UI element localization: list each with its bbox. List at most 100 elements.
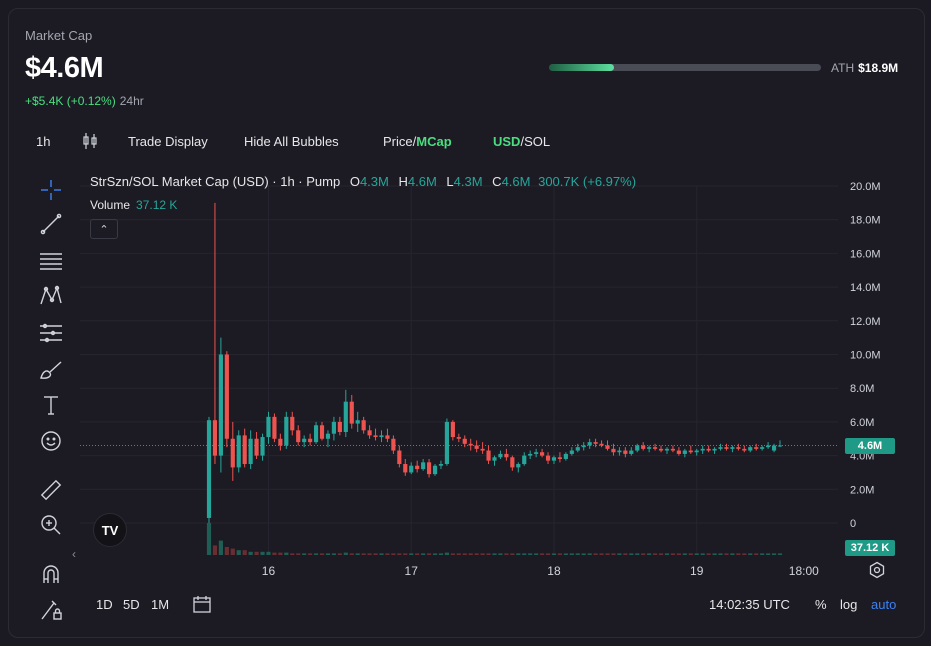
legend-collapse-button[interactable]: ⌃ xyxy=(90,219,118,239)
volume-bar xyxy=(528,553,533,555)
candle-body xyxy=(349,401,354,424)
volume-bar xyxy=(486,553,491,555)
candle-body xyxy=(456,437,461,439)
candle-body xyxy=(373,435,378,438)
candle-body xyxy=(623,450,628,454)
candle-body xyxy=(415,465,420,470)
volume-bar xyxy=(587,553,592,555)
volume-bar xyxy=(694,553,699,555)
candle-body xyxy=(409,465,414,473)
tradingview-logo[interactable]: TV xyxy=(93,513,127,547)
volume-bar xyxy=(218,540,223,555)
volume-bar xyxy=(331,553,336,555)
candle-body xyxy=(599,443,604,446)
volume-bar xyxy=(302,553,307,555)
candle-body xyxy=(397,450,402,465)
candle-body xyxy=(605,445,610,449)
candle-body xyxy=(421,462,426,470)
volume-bar xyxy=(700,553,705,555)
volume-bar xyxy=(569,553,574,555)
volume-bar xyxy=(498,553,503,555)
candle-body xyxy=(629,450,634,454)
volume-bar xyxy=(754,553,759,555)
candle-body xyxy=(492,457,497,461)
candle-body xyxy=(230,438,235,468)
log-toggle[interactable]: log xyxy=(840,597,857,612)
candle-body xyxy=(242,435,247,465)
price-tick: 14.0M xyxy=(850,282,881,294)
legend-open: 4.3M xyxy=(359,174,389,189)
legend-close: 4.6M xyxy=(501,174,531,189)
volume-bar xyxy=(777,553,783,555)
candle-body xyxy=(653,447,658,449)
candle-body xyxy=(438,464,444,466)
time-tick: 18 xyxy=(547,564,561,578)
candle-body xyxy=(647,447,652,449)
volume-bar xyxy=(278,552,283,555)
clock-utc[interactable]: 14:02:35 UTC xyxy=(709,597,790,612)
volume-bar xyxy=(361,553,366,555)
candle-body xyxy=(551,457,557,461)
candle-body xyxy=(777,445,783,447)
candle-body xyxy=(730,447,735,449)
price-tick: 18.0M xyxy=(850,215,881,227)
price-tick: 0 xyxy=(850,518,856,530)
candle-body xyxy=(468,443,473,446)
volume-value: 37.12 K xyxy=(136,198,178,212)
volume-bar xyxy=(664,553,670,555)
volume-bar xyxy=(272,552,277,555)
volume-tag: 37.12 K xyxy=(845,540,895,556)
candle-body xyxy=(569,450,574,454)
volume-bar xyxy=(629,553,634,555)
volume-bar xyxy=(319,553,325,555)
legend-l-label: L xyxy=(446,174,454,189)
volume-bar xyxy=(421,553,426,555)
volume-bar xyxy=(593,553,598,555)
candle-body xyxy=(278,438,283,446)
volume-bar xyxy=(688,553,693,555)
volume-bar xyxy=(290,553,295,555)
volume-bar xyxy=(647,553,652,555)
candle-body xyxy=(319,425,325,439)
volume-bar xyxy=(385,553,390,555)
candle-body xyxy=(581,445,586,448)
price-tick: 2.0M xyxy=(850,484,874,496)
candle-body xyxy=(587,442,592,446)
settings-gear-icon[interactable] xyxy=(868,561,886,584)
date-range-icon[interactable] xyxy=(192,594,212,619)
auto-toggle[interactable]: auto xyxy=(871,597,896,612)
percent-toggle[interactable]: % xyxy=(815,597,827,612)
candle-body xyxy=(224,354,229,439)
candle-body xyxy=(682,450,687,454)
volume-bar xyxy=(242,550,247,555)
volume-bar xyxy=(432,553,438,555)
legend-change: 300.7K (+6.97%) xyxy=(538,174,637,189)
candle-body xyxy=(771,445,777,451)
candle-body xyxy=(450,421,455,438)
volume-bar xyxy=(599,553,604,555)
volume-bar xyxy=(391,553,396,555)
range-1d-button[interactable]: 1D xyxy=(96,597,113,612)
candle-body xyxy=(391,438,396,451)
volume-bar xyxy=(438,553,444,555)
volume-bar xyxy=(736,553,741,555)
volume-bar xyxy=(492,553,497,555)
candle-body xyxy=(700,448,705,451)
candle-body xyxy=(516,464,521,468)
candle-body xyxy=(337,421,342,433)
candle-body xyxy=(218,354,223,456)
volume-bar xyxy=(551,553,557,555)
candle-body xyxy=(563,453,568,459)
volume-bar xyxy=(718,553,723,555)
range-1m-button[interactable]: 1M xyxy=(151,597,169,612)
time-tick: 16 xyxy=(262,564,276,578)
price-tick: 8.0M xyxy=(850,383,874,395)
volume-bar xyxy=(771,553,777,555)
candle-body xyxy=(403,464,408,473)
candlestick-chart[interactable]: 20.0M 18.0M 16.0M 14.0M 12.0M 10.0M 8.0M 6.0M 4.… xyxy=(0,0,931,646)
candle-body xyxy=(343,401,348,433)
candle-body xyxy=(557,457,563,459)
range-5d-button[interactable]: 5D xyxy=(123,597,140,612)
volume-bar xyxy=(212,545,218,555)
candle-body xyxy=(379,435,384,438)
